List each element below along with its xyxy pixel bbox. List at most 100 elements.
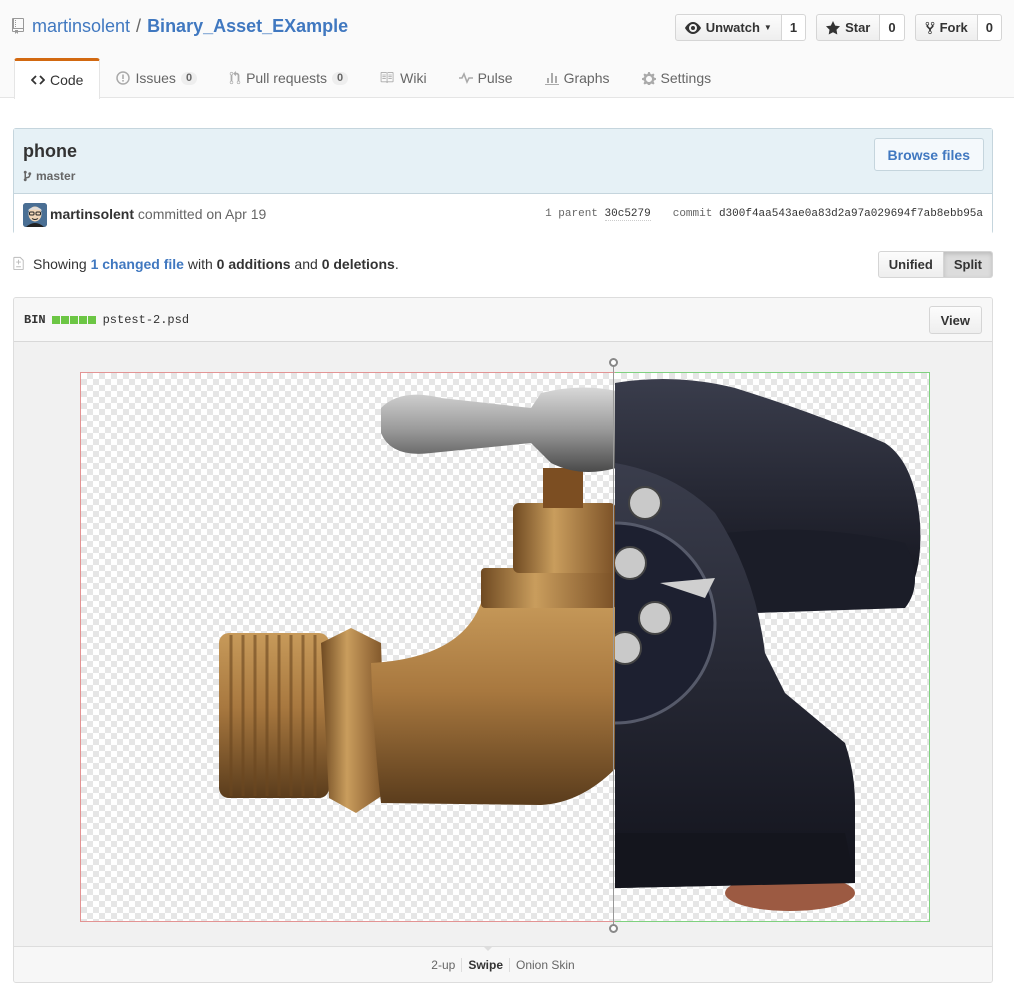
star-icon [826,20,841,35]
image-view-modes: 2-up Swipe Onion Skin [14,946,992,982]
swipe-divider[interactable] [613,362,614,930]
swipe-handle-top[interactable] [609,358,618,367]
repo-header: martinsolent / Binary_Asset_EXample Unwa… [0,0,1014,99]
tab-code[interactable]: Code [14,58,101,99]
commit-branch[interactable]: master [23,169,75,183]
book-icon [380,72,395,84]
diff-view-toggle: Unified Split [877,251,993,278]
diff-summary-text: Showing 1 changed file with 0 additions … [33,256,399,272]
issue-opened-icon [116,71,131,85]
repo-owner-link[interactable]: martinsolent [32,16,130,37]
watch-group: Unwatch ▼ 1 [674,14,807,41]
fork-label: Fork [939,20,968,35]
watch-count[interactable]: 1 [781,14,807,41]
git-branch-icon [23,170,32,182]
mode-onion-skin[interactable]: Onion Skin [509,957,581,972]
parent-info: 1 parent 30c5279 [545,208,651,221]
pagehead-actions: Unwatch ▼ 1 Star 0 Fork 0 [674,14,1002,41]
commit-author-link[interactable]: martinsolent [50,206,134,222]
commit-box: phone master Browse files martinsolent c… [13,128,993,234]
deleted-image [80,372,615,922]
diff-summary: Showing 1 changed file with 0 additions … [13,250,993,280]
commit-date: committed on Apr 19 [134,206,267,222]
fork-button[interactable]: Fork [914,14,978,41]
unified-button[interactable]: Unified [877,251,944,278]
fork-icon [925,21,935,35]
tab-pull-requests-label: Pull requests [246,70,327,86]
additions-count: 0 additions [216,256,291,272]
repo-path-separator: / [136,16,142,36]
split-button[interactable]: Split [943,251,993,278]
commit-label: commit [672,208,713,220]
tab-pull-requests[interactable]: Pull requests 0 [213,58,364,98]
tab-settings-label: Settings [660,70,712,86]
diffstat-block [60,316,69,324]
file-name[interactable]: pstest-2.psd [103,313,189,327]
showing-text: Showing [33,256,91,272]
swipe-frame [80,372,930,922]
repo-name-link[interactable]: Binary_Asset_EXample [147,16,348,37]
changed-files-link[interactable]: 1 changed file [91,256,184,272]
diffstat-block [87,316,96,324]
mode-swipe[interactable]: Swipe [461,957,509,972]
diffstat-block [51,316,60,324]
tab-settings[interactable]: Settings [626,58,728,98]
avatar[interactable] [23,203,47,227]
file-diff-icon [13,255,25,270]
star-button[interactable]: Star [816,14,881,41]
commit-sha: d300f4aa543ae0a83d2a97a029694f7ab8ebb95a [718,208,983,220]
tab-graphs[interactable]: Graphs [529,58,626,98]
graph-icon [544,71,559,85]
bin-label: BIN [24,313,46,327]
star-count[interactable]: 0 [880,14,905,41]
repo-title: martinsolent / Binary_Asset_EXample [12,16,348,37]
file-diff: BIN pstest-2.psd View 2-up Swipe Onion S… [13,297,993,983]
and-text: and [290,256,322,272]
tab-code-label: Code [50,72,84,88]
unwatch-label: Unwatch [705,20,760,35]
browse-files-button[interactable]: Browse files [873,138,984,171]
diffstat [51,316,96,324]
issues-counter: 0 [180,71,198,85]
file-header: BIN pstest-2.psd View [14,298,992,342]
commit-sha-block: 1 parent 30c5279 commit d300f4aa543ae0a8… [545,208,983,221]
chevron-down-icon: ▼ [763,23,772,32]
star-group: Star 0 [816,14,905,41]
gear-icon [641,71,656,85]
image-diff-area [14,342,992,946]
repo-nav: Code Issues 0 Pull requests 0 Wiki Pulse… [14,58,727,99]
view-file-button[interactable]: View [928,306,982,334]
star-label: Star [845,20,871,35]
added-image [615,372,930,922]
parent-sha-link[interactable]: 30c5279 [604,208,651,221]
pulls-counter: 0 [332,71,349,85]
diffstat-block [78,316,87,324]
commit-title: phone [23,141,77,161]
mode-2up[interactable]: 2-up [425,958,461,972]
commit-info: commit d300f4aa543ae0a83d2a97a029694f7ab… [673,208,983,220]
tab-pulse-label: Pulse [477,70,513,86]
eye-icon [684,21,701,34]
unwatch-button[interactable]: Unwatch ▼ [674,14,782,41]
repo-icon [12,17,26,36]
with-text: with [183,256,217,272]
tab-pulse[interactable]: Pulse [443,58,529,98]
deletions-count: 0 deletions [321,256,395,272]
swipe-handle-bottom[interactable] [609,924,618,933]
active-mode-pointer [483,946,493,951]
tab-graphs-label: Graphs [563,70,610,86]
branch-name: master [36,169,76,183]
commit-meta: martinsolent committed on Apr 19 1 paren… [14,194,992,234]
period-text: . [394,256,399,272]
faucet-image [219,387,615,813]
tab-issues[interactable]: Issues 0 [100,58,213,98]
diffstat-block [69,316,78,324]
tab-wiki-label: Wiki [400,70,427,86]
commit-author-line: martinsolent committed on Apr 19 [50,206,266,222]
fork-group: Fork 0 [914,14,1002,41]
parent-label: 1 parent [545,208,598,220]
tab-wiki[interactable]: Wiki [364,58,442,98]
commit-header: phone master Browse files [14,129,992,194]
pulse-icon [458,72,473,84]
fork-count[interactable]: 0 [977,14,1002,41]
